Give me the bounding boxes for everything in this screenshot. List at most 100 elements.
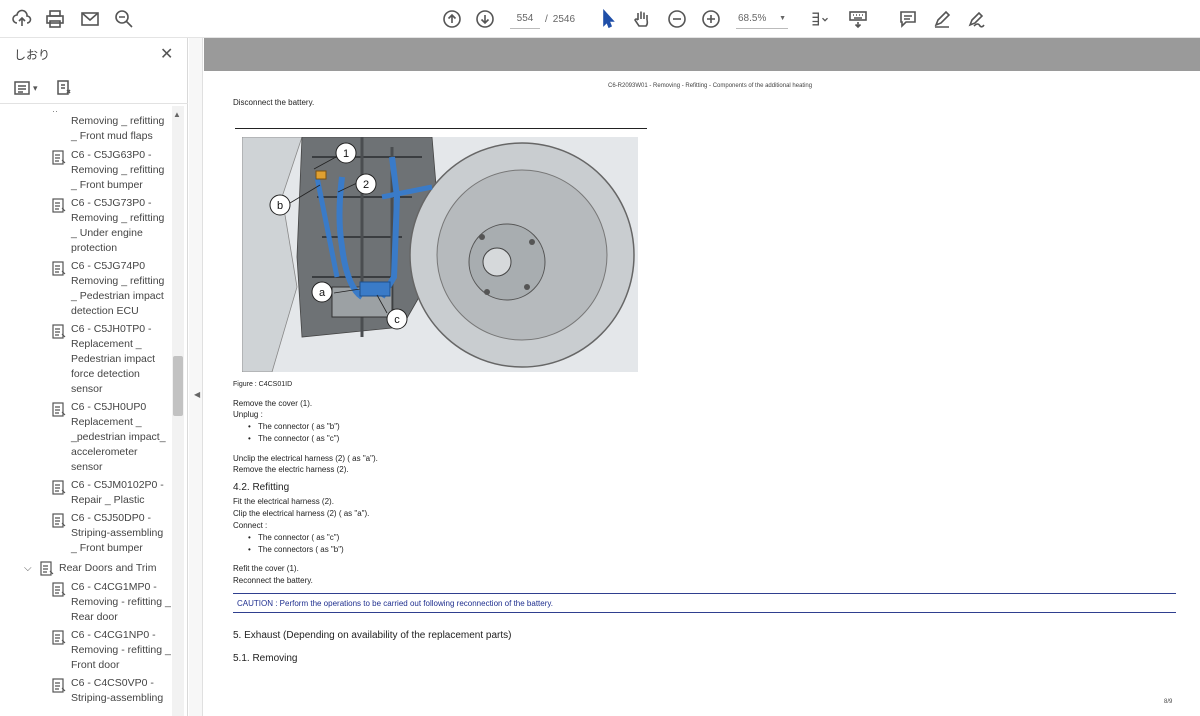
mail-icon[interactable]: [78, 7, 102, 31]
bookmark-label: C6 - C5JG74P0 Removing _ refitting _ Ped…: [71, 260, 165, 317]
bookmark-label: C6 - C5JM0102P0 - Repair _ Plastic: [71, 479, 164, 506]
scrollbar-thumb[interactable]: [173, 356, 183, 416]
caution-text: CAUTION : Perform the operations to be c…: [237, 599, 554, 608]
bullet-unplug-b: The connector ( as "b"): [233, 421, 340, 432]
figure-label-1: 1: [343, 148, 349, 160]
toolbar: / 2546 68.5% ▼: [0, 0, 1200, 38]
bookmark-options-icon[interactable]: ▾: [14, 78, 38, 98]
collapse-left-icon[interactable]: ◀: [194, 390, 200, 399]
bookmarks-header: しおり ✕: [0, 38, 188, 68]
bookmark-folder-label: Rear Doors and Trim: [59, 562, 157, 574]
bookmark-tree: ·· Removing _ refitting _ Front mud flap…: [0, 106, 172, 716]
running-header: C6-R2093W01 - Removing - Refitting - Com…: [608, 83, 813, 89]
scroll-up-icon[interactable]: ▲: [173, 110, 181, 119]
bookmark-label: C6 - C4CG1MP0 - Removing - refitting _ R…: [71, 581, 171, 623]
scroll-mode-icon[interactable]: [806, 7, 834, 31]
document-viewport[interactable]: C6-R2093W01 - Removing - Refitting - Com…: [204, 38, 1200, 716]
heading-refitting: 4.2. Refitting: [233, 482, 290, 493]
page-bookmark-icon: [52, 261, 66, 277]
instruction-disconnect: Disconnect the battery.: [233, 98, 315, 107]
engine-bay-illustration: 1 2 b a c: [242, 137, 638, 372]
bookmark-item[interactable]: C6 - C5JG63P0 - Removing _ refitting _ F…: [0, 148, 172, 193]
heading-exhaust: 5. Exhaust (Depending on availability of…: [233, 630, 512, 641]
step-reconnect: Reconnect the battery.: [233, 576, 313, 585]
zoom-out-icon[interactable]: [665, 7, 689, 31]
hand-icon[interactable]: [630, 7, 654, 31]
bookmark-label: C6 - C4CG1NP0 - Removing - refitting _ F…: [71, 629, 171, 671]
bookmark-item[interactable]: C6 - C4CG1MP0 - Removing - refitting _ R…: [0, 580, 172, 625]
zoom-search-icon[interactable]: [112, 7, 136, 31]
print-icon[interactable]: [43, 7, 67, 31]
figure-label-c: c: [394, 314, 400, 326]
page-up-icon[interactable]: [440, 7, 464, 31]
bookmark-label: C6 - C5JH0TP0 - Replacement _ Pedestrian…: [71, 323, 156, 395]
technical-figure: 1 2 b a c: [242, 137, 638, 372]
close-icon[interactable]: ✕: [160, 44, 173, 64]
step-fit-harness: Fit the electrical harness (2).: [233, 497, 334, 506]
bookmark-item[interactable]: C6 - C5JH0TP0 - Replacement _ Pedestrian…: [0, 322, 172, 397]
chevron-down-icon[interactable]: ⌵: [24, 563, 34, 574]
heading-removing: 5.1. Removing: [233, 653, 298, 664]
step-unplug: Unplug :: [233, 410, 263, 419]
bookmark-item-partial[interactable]: Removing _ refitting _ Front mud flaps: [0, 114, 172, 144]
page-down-icon[interactable]: [473, 7, 497, 31]
highlight-pen-icon[interactable]: [930, 7, 954, 31]
bullet-connect-b: The connectors ( as "b"): [233, 544, 344, 555]
chevron-down-icon: ▼: [779, 15, 786, 22]
zoom-in-icon[interactable]: [699, 7, 723, 31]
page-bookmark-icon: [52, 324, 66, 340]
bookmarks-tools: ▾: [0, 74, 188, 104]
bookmark-label: C6 - C5J50DP0 - Striping-assembling _ Fr…: [71, 512, 164, 554]
bookmark-item[interactable]: C6 - C5J50DP0 - Striping-assembling _ Fr…: [0, 511, 172, 556]
page-bookmark-icon: [52, 513, 66, 529]
step-remove-cover: Remove the cover (1).: [233, 399, 313, 408]
document-page: C6-R2093W01 - Removing - Refitting - Com…: [204, 71, 1200, 716]
bookmarks-title: しおり: [14, 48, 51, 62]
bookmark-label: C6 - C5JG73P0 - Removing _ refitting _ U…: [71, 197, 165, 254]
bookmark-add-icon[interactable]: [56, 78, 72, 98]
keyboard-icon[interactable]: [846, 7, 870, 31]
page-bookmark-icon: [52, 678, 66, 694]
bookmark-item[interactable]: C6 - C5JM0102P0 - Repair _ Plastic: [0, 478, 172, 508]
caution-box: CAUTION : Perform the operations to be c…: [233, 593, 1176, 613]
sign-icon[interactable]: [964, 7, 988, 31]
bookmarks-panel: しおり ✕ ▾ ·· Removing _ refitting _ Front …: [0, 38, 188, 716]
step-clip-harness: Clip the electrical harness (2) ( as "a"…: [233, 509, 370, 518]
bookmark-folder[interactable]: ⌵ Rear Doors and Trim: [0, 559, 172, 577]
bookmark-label: C6 - C5JG63P0 - Removing _ refitting _ F…: [71, 149, 165, 191]
page-bookmark-icon: [52, 480, 66, 496]
zoom-level-select[interactable]: 68.5% ▼: [736, 9, 788, 29]
figure-caption: Figure : C4CS01ID: [233, 381, 293, 388]
page-number-input[interactable]: [510, 9, 540, 29]
comment-icon[interactable]: [896, 7, 920, 31]
step-refit-cover: Refit the cover (1).: [233, 564, 299, 573]
zoom-level-value: 68.5%: [738, 13, 767, 24]
bookmark-label: C6 - C5JH0UP0 Replacement _ _pedestrian …: [71, 401, 166, 473]
page-bookmark-icon: [40, 561, 54, 577]
page-separator: /: [545, 13, 548, 25]
upload-cloud-icon[interactable]: [10, 7, 34, 31]
step-unclip: Unclip the electrical harness (2) ( as "…: [233, 454, 378, 463]
bookmark-item[interactable]: C6 - C5JH0UP0 Replacement _ _pedestrian …: [0, 400, 172, 475]
figure-label-a: a: [319, 287, 326, 299]
page-bookmark-icon: [52, 582, 66, 598]
page-bookmark-icon: [52, 150, 66, 166]
bookmark-item[interactable]: C6 - C5JG74P0 Removing _ refitting _ Ped…: [0, 259, 172, 319]
bookmark-label: C6 - C4CS0VP0 - Striping-assembling: [71, 677, 164, 704]
bookmark-item[interactable]: C6 - C4CG1NP0 - Removing - refitting _ F…: [0, 628, 172, 673]
page-total: 2546: [552, 13, 576, 25]
page-bookmark-icon: [52, 630, 66, 646]
panel-splitter[interactable]: [189, 38, 203, 716]
select-pointer-icon[interactable]: [596, 7, 620, 31]
divider: [235, 128, 647, 129]
page-navigator: / 2546: [510, 9, 575, 29]
bullet-connect-c: The connector ( as "c"): [233, 532, 339, 543]
figure-label-b: b: [277, 200, 283, 212]
page-bookmark-icon: [52, 402, 66, 418]
step-connect: Connect :: [233, 521, 268, 530]
step-remove-harness: Remove the electric harness (2).: [233, 465, 349, 474]
page-bookmark-icon: [52, 198, 66, 214]
bookmark-item[interactable]: C6 - C4CS0VP0 - Striping-assembling: [0, 676, 172, 706]
bookmark-item[interactable]: C6 - C5JG73P0 - Removing _ refitting _ U…: [0, 196, 172, 256]
figure-label-2: 2: [363, 179, 369, 191]
